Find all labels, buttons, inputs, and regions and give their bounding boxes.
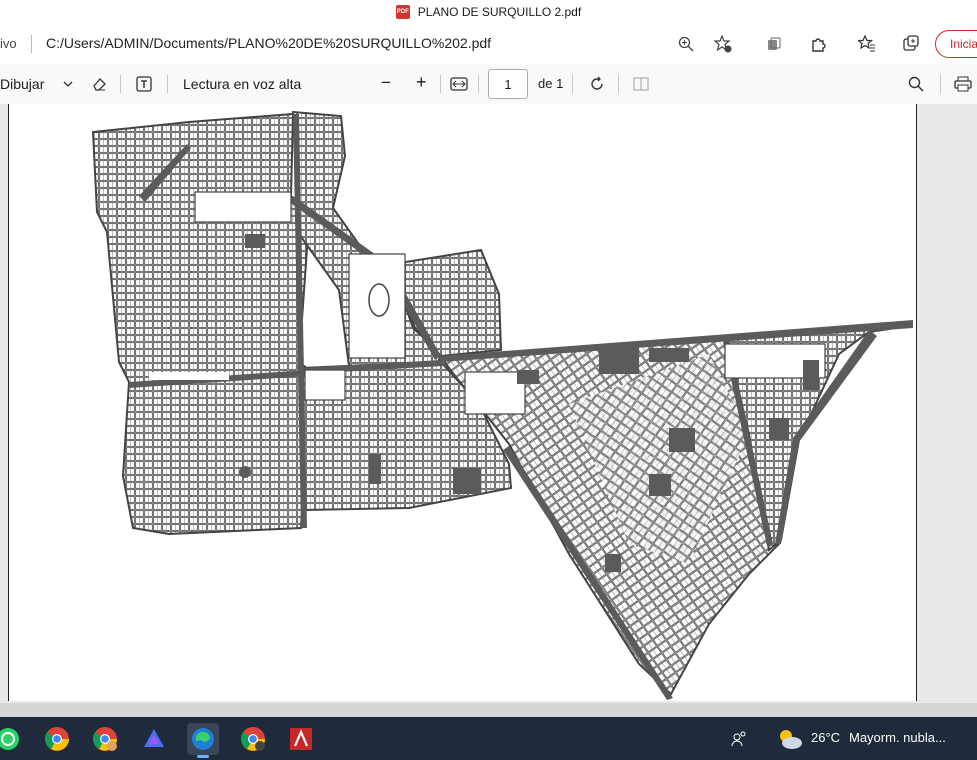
chrome-n-icon[interactable] xyxy=(237,723,269,755)
horizontal-scrollbar[interactable] xyxy=(0,703,977,717)
chevron-down-icon[interactable] xyxy=(55,71,81,97)
divider xyxy=(440,75,441,93)
chrome-profile-icon[interactable] xyxy=(89,723,121,755)
favorite-add-icon[interactable] xyxy=(710,31,736,57)
tab-actions-icon[interactable] xyxy=(898,31,924,57)
page-number-input[interactable]: 1 xyxy=(488,69,528,99)
weather-temperature[interactable]: 26°C xyxy=(811,730,840,745)
address-prefix: ivo xyxy=(0,36,17,51)
window-titlebar: PDF PLANO DE SURQUILLO 2.pdf xyxy=(0,0,977,24)
pdf-viewer[interactable] xyxy=(0,104,977,706)
divider xyxy=(31,35,32,53)
city-map-drawing xyxy=(91,110,913,700)
rotate-icon[interactable] xyxy=(584,71,610,97)
whatsapp-icon[interactable] xyxy=(0,723,24,755)
divider xyxy=(167,75,168,93)
divider xyxy=(572,75,573,93)
text-box-icon[interactable] xyxy=(131,71,157,97)
collections-icon[interactable] xyxy=(761,31,787,57)
page-total: de 1 xyxy=(538,76,564,91)
weather-description[interactable]: Mayorm. nubla... xyxy=(849,730,946,745)
fit-width-icon[interactable] xyxy=(446,71,472,97)
extensions-icon[interactable] xyxy=(805,31,831,57)
divider xyxy=(940,75,941,93)
autocad-icon[interactable] xyxy=(285,723,317,755)
window-title: PLANO DE SURQUILLO 2.pdf xyxy=(417,5,582,19)
taskbar: 26°C Mayorm. nubla... xyxy=(0,717,977,760)
zoom-out-button[interactable]: − xyxy=(381,73,391,93)
sign-in-button[interactable]: Inicia xyxy=(935,30,977,58)
copilot-icon[interactable] xyxy=(138,723,170,755)
pdf-page[interactable] xyxy=(8,104,917,701)
people-icon[interactable] xyxy=(723,723,755,755)
page-view-icon[interactable] xyxy=(628,71,654,97)
divider xyxy=(618,75,619,93)
pdf-toolbar: Dibujar Lectura en voz alta − + 1 de 1 xyxy=(0,64,977,105)
eraser-icon[interactable] xyxy=(86,71,112,97)
divider xyxy=(478,75,479,93)
chrome-icon[interactable] xyxy=(41,723,73,755)
zoom-icon[interactable] xyxy=(673,31,699,57)
edge-icon[interactable] xyxy=(187,723,219,758)
weather-cloud-icon[interactable] xyxy=(774,723,806,755)
divider xyxy=(120,75,121,93)
search-icon[interactable] xyxy=(903,71,929,97)
print-icon[interactable] xyxy=(950,71,976,97)
url-field[interactable]: C:/Users/ADMIN/Documents/PLANO%20DE%20SU… xyxy=(46,35,491,51)
pdf-file-icon: PDF xyxy=(395,5,410,19)
favorites-icon[interactable] xyxy=(854,31,880,57)
read-aloud-button[interactable]: Lectura en voz alta xyxy=(183,76,301,92)
draw-button[interactable]: Dibujar xyxy=(0,76,44,92)
zoom-in-button[interactable]: + xyxy=(416,72,427,93)
address-bar: ivo C:/Users/ADMIN/Documents/PLANO%20DE%… xyxy=(0,24,977,64)
